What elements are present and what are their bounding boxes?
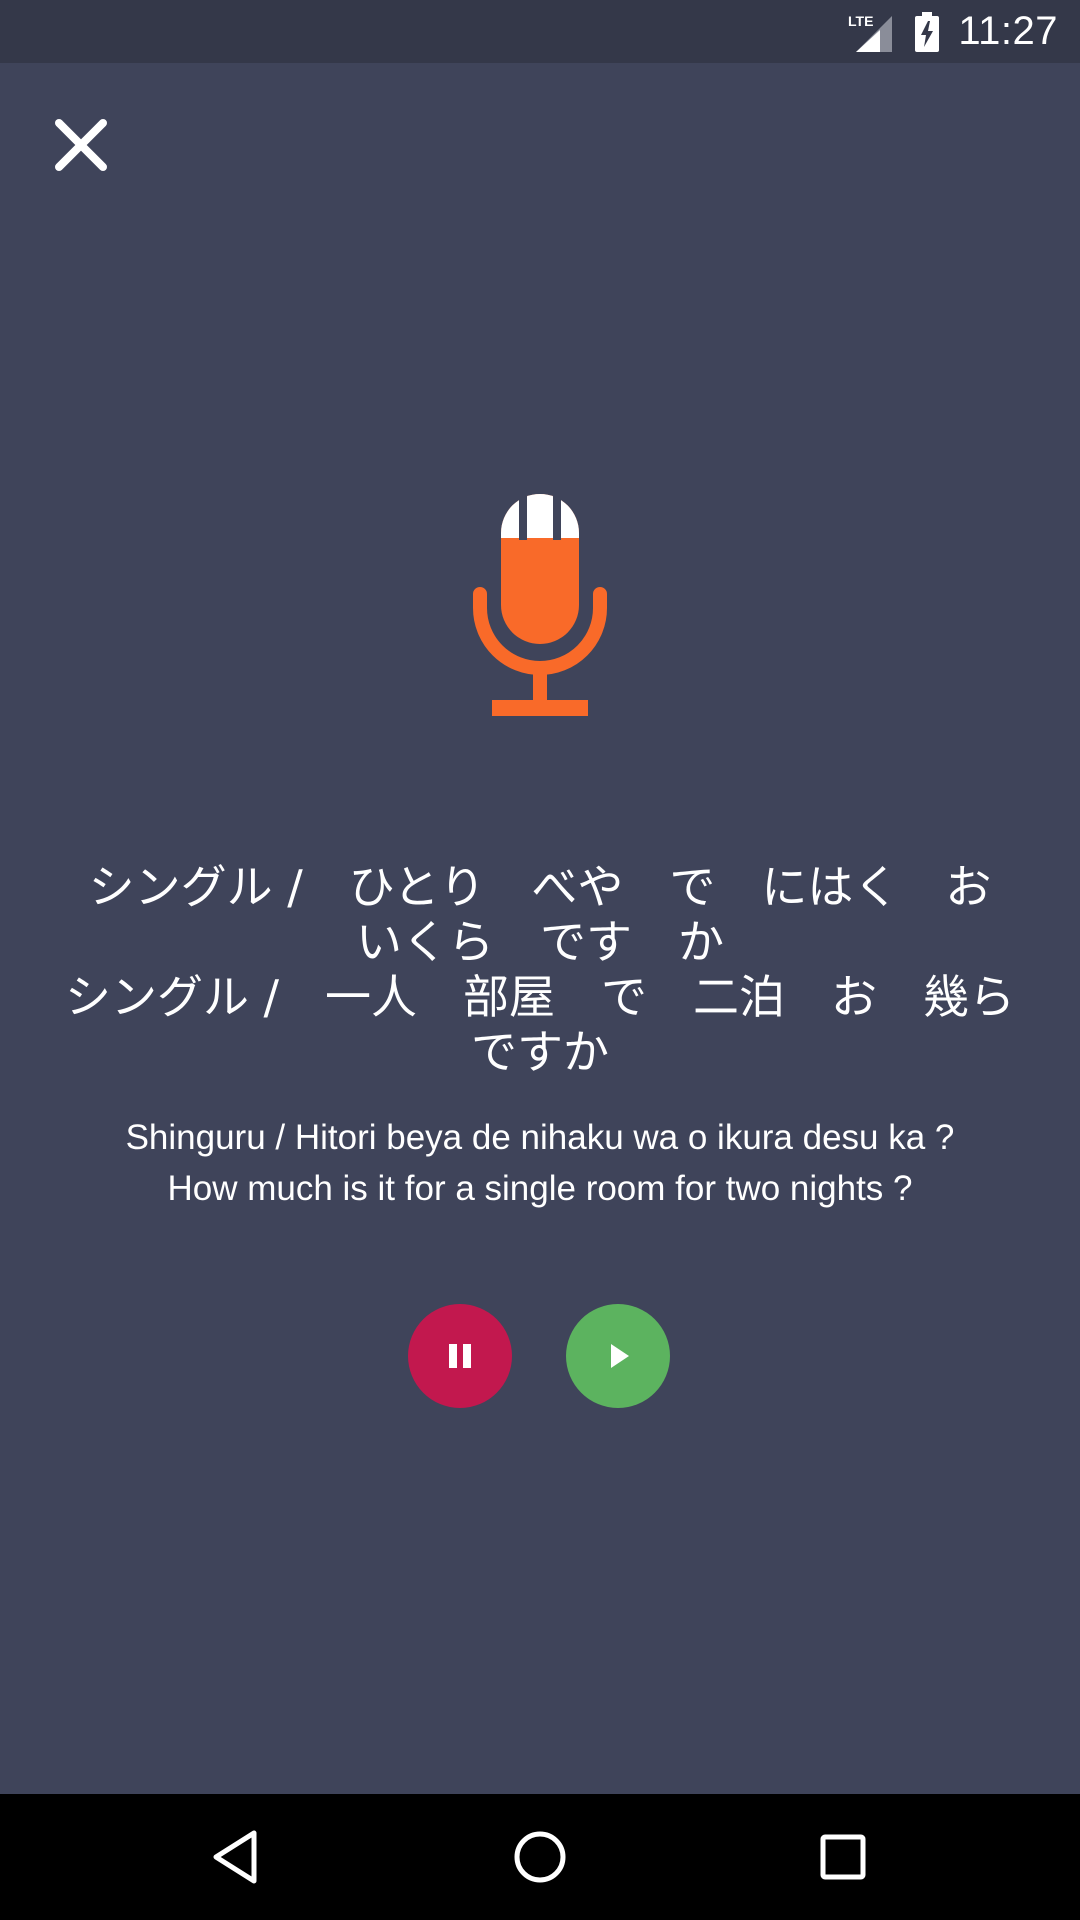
status-time: 11:27 — [958, 9, 1058, 53]
nav-back-button[interactable] — [196, 1817, 276, 1897]
nav-recents-button[interactable] — [803, 1817, 883, 1897]
close-button[interactable] — [42, 106, 120, 184]
status-bar: LTE 11:27 — [0, 0, 1080, 63]
phrase-romaji-block: Shinguru / Hitori beya de nihaku wa o ik… — [40, 1112, 1040, 1214]
nav-recents-icon — [820, 1834, 866, 1880]
pause-button[interactable] — [408, 1304, 512, 1408]
romaji-text: Shinguru / Hitori beya de nihaku wa o ik… — [125, 1118, 955, 1157]
navigation-bar — [0, 1794, 1080, 1920]
close-icon — [55, 119, 107, 171]
play-button[interactable] — [566, 1304, 670, 1408]
nav-home-icon — [514, 1831, 566, 1883]
lte-signal-icon: LTE — [848, 13, 893, 52]
kanji-line-1: シングル / 一人 部屋 で 二泊 お 幾ら — [64, 970, 1016, 1024]
microphone-icon — [473, 494, 607, 716]
kana-line-2: いくら です か — [356, 915, 724, 969]
playback-controls — [0, 1304, 1080, 1408]
network-label: LTE — [848, 13, 873, 29]
nav-home-button[interactable] — [500, 1817, 580, 1897]
phrase-japanese: シングル / ひとり べや で にはく お いくら です か シングル / 一人… — [40, 860, 1040, 1080]
play-icon — [611, 1344, 629, 1368]
microphone-button[interactable] — [470, 490, 610, 720]
kanji-line-2: ですか — [471, 1025, 609, 1079]
battery-charging-icon — [915, 11, 940, 52]
translation-text: How much is it for a single room for two… — [167, 1169, 913, 1208]
pause-icon — [449, 1344, 471, 1368]
nav-back-icon — [213, 1830, 257, 1884]
status-icons: LTE 11:27 — [846, 0, 1058, 63]
kana-line-1: シングル / ひとり べや で にはく お — [88, 860, 992, 914]
